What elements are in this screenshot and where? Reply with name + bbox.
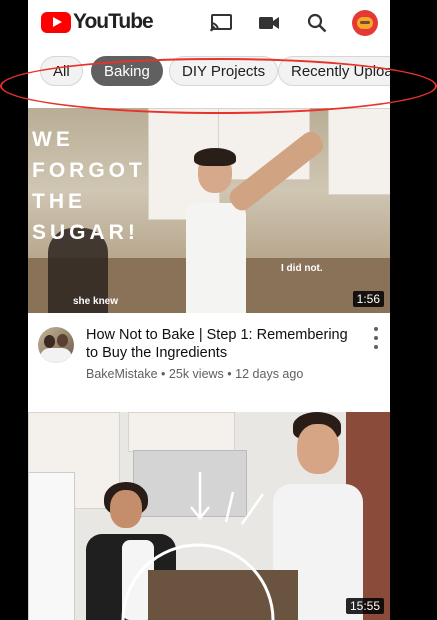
video-metadata: How Not to Bake | Step 1: Remembering to… [28,313,390,413]
chip-baking[interactable]: Baking [91,56,163,86]
search-icon[interactable] [304,10,330,36]
channel-avatar[interactable] [38,327,74,363]
account-avatar[interactable] [352,10,378,36]
video-camera-icon[interactable] [256,10,282,36]
thumbnail-scene [328,108,390,195]
thumbnail-note: I did not. [281,263,323,274]
video-thumbnail[interactable]: 15:55 [28,412,390,620]
duration-badge: 15:55 [345,598,384,614]
video-title[interactable]: How Not to Bake | Step 1: Remembering to… [86,326,348,362]
upload-age: 12 days ago [235,367,304,381]
video-subtitle: BakeMistake • 25k views • 12 days ago [86,367,303,381]
thumbnail-annotations [121,472,275,620]
app-window: YouTube All Baking DIY Projects Recently… [28,0,390,620]
duration-badge: 1:56 [352,291,384,307]
thumbnail-note: she knew [73,296,119,307]
cast-icon[interactable] [208,10,234,36]
youtube-play-icon [41,11,71,33]
youtube-logo[interactable]: YouTube [41,10,154,34]
more-options-icon[interactable] [368,327,384,349]
chip-diy-projects[interactable]: DIY Projects [169,56,279,86]
view-count: 25k views [168,367,224,381]
filter-chips-bar: All Baking DIY Projects Recently Uploade… [28,50,390,92]
channel-name[interactable]: BakeMistake [86,367,158,381]
top-icons [208,10,378,36]
top-bar: YouTube [28,0,390,46]
thumbnail-caption: WE FORGOT THE SUGAR! [32,128,146,244]
thumbnail-person [186,148,246,313]
chip-recently-uploaded[interactable]: Recently Uploaded [278,56,390,86]
separator-dot: • [161,367,166,381]
chip-all[interactable]: All [40,56,83,86]
separator-dot: • [227,367,232,381]
youtube-wordmark: YouTube [73,10,154,33]
video-thumbnail[interactable]: WE FORGOT THE SUGAR! I did not. she knew… [28,108,390,313]
